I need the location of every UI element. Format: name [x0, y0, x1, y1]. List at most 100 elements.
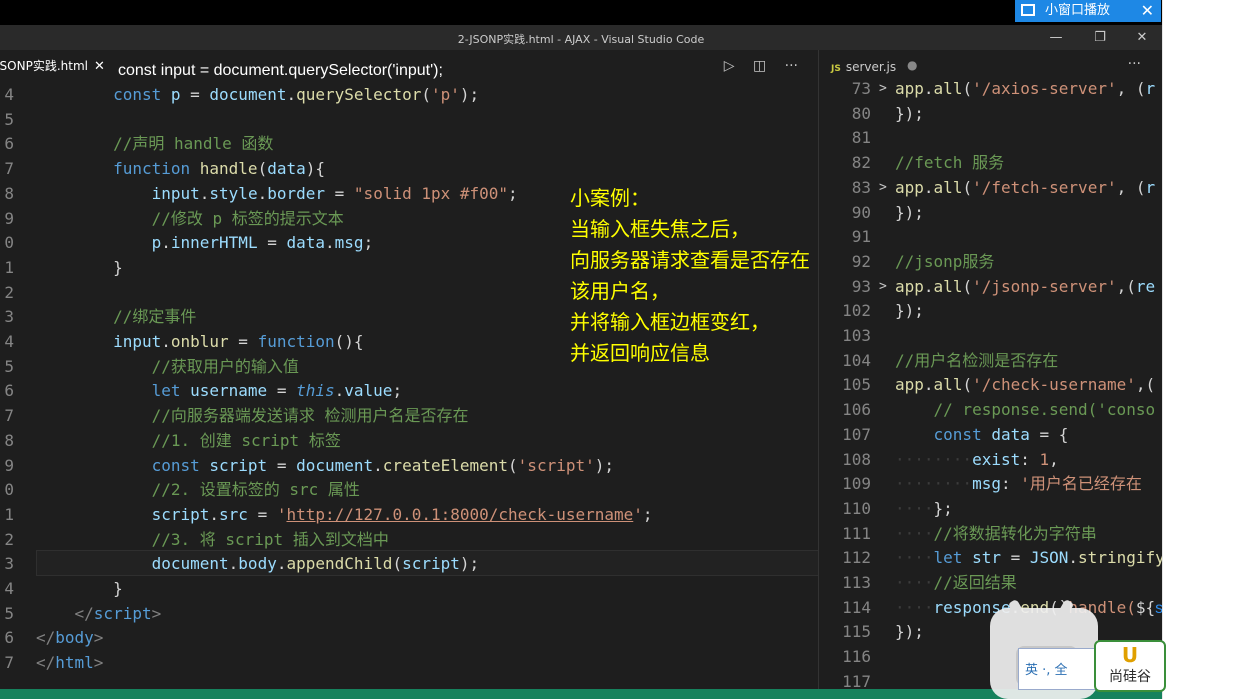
unsaved-dot-icon[interactable]: ●: [907, 58, 917, 72]
annotation-line: 并返回响应信息: [570, 341, 710, 365]
close-window-button[interactable]: ✕: [1130, 28, 1154, 47]
code-text: ····//将数据转化为字符串: [895, 523, 1097, 543]
line-number: 83: [851, 177, 871, 197]
code-text: const p = document.querySelector('p');: [113, 85, 480, 104]
tab-jsonp-html[interactable]: JSONP实践.html ✕: [0, 50, 109, 83]
code-text: app.all('/fetch-server', (r: [895, 177, 1156, 197]
code-text: //绑定事件: [113, 307, 197, 327]
code-line[interactable]: 5: [0, 108, 818, 133]
line-number: 6: [4, 134, 14, 154]
line-number: 9: [4, 455, 14, 475]
code-line[interactable]: 105 app.all('/check-username',(: [819, 373, 1162, 398]
line-number: 8: [4, 430, 14, 450]
line-number: 1: [4, 504, 14, 524]
ime-label: 英 ·, 全: [1025, 663, 1068, 678]
code-line[interactable]: 4 }: [0, 577, 818, 602]
run-icon[interactable]: ▷: [724, 58, 735, 74]
line-number: 3: [4, 307, 14, 327]
js-file-icon: JS: [831, 64, 841, 74]
code-line[interactable]: 90});: [819, 201, 1162, 226]
code-line[interactable]: 112 ····let str = JSON.stringify(data): [819, 546, 1162, 571]
fold-chevron-icon[interactable]: >: [879, 275, 887, 300]
minimize-button[interactable]: —: [1044, 28, 1068, 47]
line-number: 110: [842, 498, 871, 518]
line-number: 5: [4, 356, 14, 376]
code-line[interactable]: 92 //jsonp服务: [819, 250, 1162, 275]
code-line[interactable]: 111 ····//将数据转化为字符串: [819, 522, 1162, 547]
code-text: // response.send('conso: [933, 400, 1156, 420]
code-text: //声明 handle 函数: [113, 134, 274, 154]
code-line[interactable]: 80});: [819, 102, 1162, 127]
code-text: //向服务器端发送请求 检测用户名是否存在: [151, 406, 469, 426]
top-black-bar: [0, 0, 1162, 25]
line-number: 4: [4, 579, 14, 598]
code-line[interactable]: 107 const data = {: [819, 423, 1162, 448]
code-text: </script>: [74, 603, 162, 623]
code-line[interactable]: 3 document.body.appendChild(script);: [0, 552, 818, 577]
code-line[interactable]: 6 let username = this.value;: [0, 379, 818, 404]
line-number: 0: [4, 480, 14, 500]
code-line[interactable]: 93 > app.all('/jsonp-server',(re: [819, 275, 1162, 300]
line-number: 0: [4, 233, 14, 253]
fold-chevron-icon[interactable]: >: [879, 176, 887, 201]
code-line[interactable]: 103: [819, 324, 1162, 349]
line-number: 93: [851, 276, 871, 296]
line-number: 3: [4, 554, 14, 574]
code-text: input.onblur = function(){: [113, 332, 364, 351]
line-number: 112: [842, 548, 871, 568]
code-text: }: [113, 257, 123, 277]
code-line[interactable]: 73 > app.all('/axios-server', (r: [819, 77, 1162, 102]
code-line[interactable]: 114····response.end(`handle(${str})`): [819, 596, 1162, 621]
code-line[interactable]: 109 ········msg: '用户名已经存在: [819, 472, 1162, 497]
code-line[interactable]: 1 script.src = 'http://127.0.0.1:8000/ch…: [0, 503, 818, 528]
code-line[interactable]: 113 ····//返回结果: [819, 571, 1162, 596]
maximize-button[interactable]: ❐: [1088, 28, 1112, 47]
code-text: ········msg: '用户名已经存在: [895, 474, 1142, 494]
code-line[interactable]: 102});: [819, 299, 1162, 324]
code-line[interactable]: 7 //向服务器端发送请求 检测用户名是否存在: [0, 404, 818, 429]
title-bar: 2-JSONP实践.html - AJAX - Visual Studio Co…: [0, 25, 1162, 50]
split-editor-icon[interactable]: ◫: [753, 58, 766, 74]
code-line[interactable]: 104 //用户名检测是否存在: [819, 349, 1162, 374]
line-number: 4: [4, 85, 14, 104]
code-line[interactable]: 9 const script = document.createElement(…: [0, 454, 818, 479]
code-line[interactable]: 91: [819, 225, 1162, 250]
code-line[interactable]: 82 //fetch 服务: [819, 151, 1162, 176]
ime-toolbar[interactable]: 英 ·, 全: [1018, 648, 1100, 690]
code-line[interactable]: 2 //3. 将 script 插入到文档中: [0, 528, 818, 553]
mini-window-label: 小窗口播放: [1045, 3, 1111, 18]
code-line[interactable]: 4 const p = document.querySelector('p');: [0, 83, 818, 108]
code-line[interactable]: 81: [819, 126, 1162, 151]
code-text: app.all('/jsonp-server',(re: [895, 276, 1156, 296]
code-text: //fetch 服务: [895, 153, 1005, 173]
line-number: 102: [842, 301, 871, 321]
close-icon[interactable]: ✕: [1141, 0, 1154, 22]
code-line[interactable]: 7 </html>: [0, 651, 818, 676]
code-line[interactable]: 8 //1. 创建 script 标签: [0, 429, 818, 454]
fold-chevron-icon[interactable]: >: [879, 77, 887, 102]
code-text: script.src = 'http://127.0.0.1:8000/chec…: [151, 504, 653, 524]
code-line[interactable]: 5 </script>: [0, 602, 818, 627]
annotation-overlay: 小案例： 当输入框失焦之后， 向服务器请求查看是否存在该用户名， 并将输入框边框变红，…: [570, 183, 818, 369]
tab-close-icon[interactable]: ✕: [94, 59, 105, 74]
line-number: 92: [851, 251, 871, 271]
code-line[interactable]: 6 </body>: [0, 626, 818, 651]
mini-window-play-button[interactable]: 小窗口播放 ✕: [1015, 0, 1161, 22]
editor-actions: ▷ ◫ ···: [710, 58, 798, 74]
more-actions-icon[interactable]: ···: [1128, 56, 1141, 72]
more-actions-icon[interactable]: ···: [785, 58, 798, 74]
right-white-panel: [1162, 0, 1241, 699]
code-line[interactable]: 110 ····};: [819, 497, 1162, 522]
code-line[interactable]: 106 // response.send('conso: [819, 398, 1162, 423]
code-text: });: [895, 103, 924, 123]
tab-server-js[interactable]: JS server.js: [831, 60, 896, 74]
code-line[interactable]: 108 ········exist: 1,: [819, 448, 1162, 473]
code-line[interactable]: 6 //声明 handle 函数: [0, 132, 818, 157]
status-bar: [0, 689, 1162, 699]
code-text: //jsonp服务: [895, 251, 995, 271]
code-line[interactable]: 0 //2. 设置标签的 src 属性: [0, 478, 818, 503]
code-line[interactable]: 7 function handle(data){: [0, 157, 818, 182]
code-line[interactable]: 83 > app.all('/fetch-server', (r: [819, 176, 1162, 201]
left-editor-group: JSONP实践.html ✕ const input = document.que…: [0, 50, 820, 689]
line-number: 91: [851, 227, 871, 247]
